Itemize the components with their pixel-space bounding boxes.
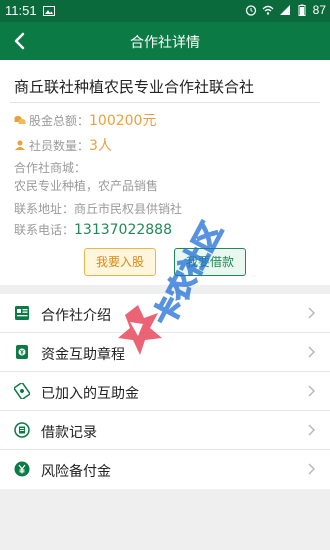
coop-name: 商丘联社种植农民专业合作社联合社 xyxy=(14,78,255,96)
phone-value[interactable]: 13137022888 xyxy=(74,222,172,238)
chevron-right-icon xyxy=(308,346,315,358)
menu-item-charter[interactable]: 资金互助章程 xyxy=(0,333,330,372)
menu-item-intro[interactable]: 合作社介绍 xyxy=(0,294,330,333)
borrow-button[interactable]: 我要借款 xyxy=(174,248,246,276)
menu-item-joined-funds[interactable]: 已加入的互助金 xyxy=(0,372,330,411)
signal-icon xyxy=(279,5,290,15)
money-icon xyxy=(16,345,28,359)
address-row: 联系地址： 商丘市民权县供销社 xyxy=(14,200,182,217)
chevron-right-icon xyxy=(308,424,315,436)
mall-value: 农民专业种植，农产品销售 xyxy=(14,179,159,193)
stock-row: 股金总额： 100200元 xyxy=(14,110,156,130)
status-bar: 11:51 87 xyxy=(0,0,330,22)
members-label: 社员数量： xyxy=(29,138,90,153)
mall-label: 合作社商城： xyxy=(14,161,87,175)
navbar: 合作社详情 xyxy=(0,22,330,60)
coins-icon xyxy=(14,116,26,124)
chevron-right-icon xyxy=(308,463,315,475)
address-value: 商丘市民权县供销社 xyxy=(74,202,183,216)
menu-item-loan-records[interactable]: 借款记录 xyxy=(0,411,330,450)
phone-label: 联系电话： xyxy=(14,223,75,237)
yen-icon xyxy=(14,461,30,477)
menu-label: 借款记录 xyxy=(41,425,97,441)
stock-label: 股金总额： xyxy=(29,113,90,128)
divider xyxy=(10,102,320,103)
menu-list: 合作社介绍 资金互助章程 已加入的互助金 借款记录 风险备付金 xyxy=(0,294,330,489)
menu-label: 已加入的互助金 xyxy=(41,386,139,402)
status-time: 11:51 xyxy=(5,3,37,18)
members-value: 3人 xyxy=(89,138,112,154)
alarm-icon xyxy=(245,5,256,16)
battery-icon xyxy=(298,4,306,16)
document-icon xyxy=(15,306,29,320)
coop-info-card: 商丘联社种植农民专业合作社联合社 股金总额： 100200元 社员数量： 3人 … xyxy=(0,60,330,285)
battery-percent: 87 xyxy=(312,3,326,17)
stock-value: 100200元 xyxy=(89,113,157,129)
menu-label: 资金互助章程 xyxy=(41,347,125,363)
menu-item-risk-reserve[interactable]: 风险备付金 xyxy=(0,450,330,489)
page-title: 合作社详情 xyxy=(130,35,200,51)
phone-row: 联系电话： 13137022888 xyxy=(14,221,172,238)
banknote-icon xyxy=(14,383,30,399)
members-row: 社员数量： 3人 xyxy=(14,135,112,155)
menu-label: 合作社介绍 xyxy=(41,308,111,324)
address-label: 联系地址： xyxy=(14,202,75,216)
image-icon xyxy=(42,5,55,16)
members-icon xyxy=(15,140,25,150)
chevron-right-icon xyxy=(308,385,315,397)
join-button[interactable]: 我要入股 xyxy=(84,248,156,276)
chevron-right-icon xyxy=(308,307,315,319)
record-icon xyxy=(14,422,30,438)
wifi-icon xyxy=(262,5,274,15)
menu-label: 风险备付金 xyxy=(41,464,111,480)
